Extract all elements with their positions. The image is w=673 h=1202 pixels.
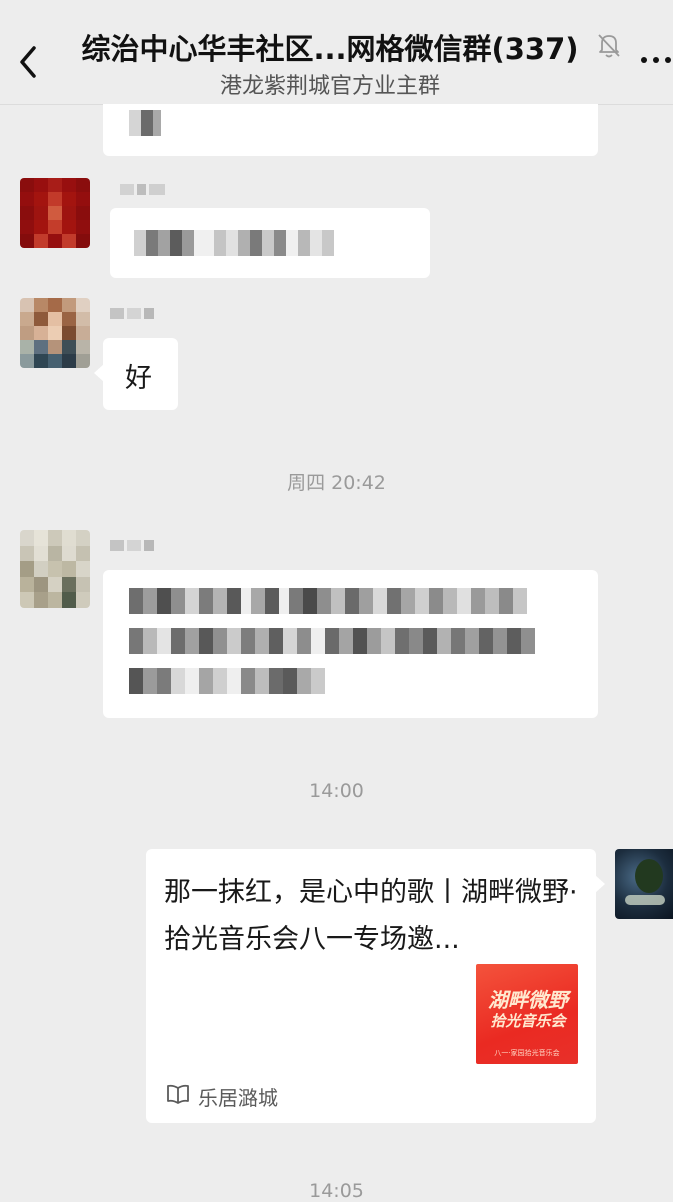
blurred-text [129, 628, 535, 654]
bubble-tail [595, 875, 605, 893]
sender-name-blurred [110, 540, 154, 551]
thumbnail-footer: 八一·家园拾光音乐会 [494, 1049, 560, 1057]
thumbnail-title: 湖畔微野 [488, 988, 568, 1012]
link-card-message[interactable]: 那一抹红，是心中的歌丨湖畔微野·拾光音乐会八一专场邀... 湖畔微野 拾光音乐会… [146, 849, 605, 1123]
sender-name-blurred [110, 308, 154, 319]
avatar[interactable] [20, 298, 90, 368]
link-card-source: 乐居潞城 [198, 1086, 278, 1110]
avatar-light-shape [625, 895, 665, 905]
message-bubble[interactable] [103, 104, 598, 156]
chat-title: 综治中心华丰社区...网格微信群(337) [81, 32, 579, 66]
message-bubble[interactable] [110, 208, 430, 278]
avatar[interactable] [20, 178, 90, 248]
message-text: 好 [125, 363, 152, 394]
link-card-title: 那一抹红，是心中的歌丨湖畔微野·拾光音乐会八一专场邀... [164, 877, 578, 955]
book-icon [167, 1084, 189, 1104]
chevron-left-icon [20, 46, 36, 78]
timestamp-divider: 14:00 [309, 780, 364, 802]
blurred-text [129, 588, 527, 614]
more-options-button[interactable] [640, 50, 673, 70]
chat-header: 综治中心华丰社区...网格微信群(337) 港龙紫荆城官方业主群 [0, 0, 673, 105]
blurred-text [134, 230, 334, 256]
blurred-text [129, 668, 325, 694]
my-avatar[interactable] [615, 849, 673, 919]
chat-subtitle: 港龙紫荆城官方业主群 [219, 74, 440, 99]
bubble-tail [94, 364, 104, 382]
message-bubble[interactable]: 好 [94, 338, 178, 410]
timestamp-divider: 周四 20:42 [287, 472, 386, 494]
sender-name-blurred [120, 184, 165, 195]
avatar-tree-shape [635, 859, 663, 893]
avatar[interactable] [20, 530, 90, 608]
timestamp-divider: 14:05 [309, 1180, 364, 1202]
blurred-text [129, 110, 161, 136]
muted-bell-icon [595, 30, 623, 60]
thumbnail-subtitle: 拾光音乐会 [490, 1012, 566, 1030]
message-bubble[interactable] [103, 570, 598, 718]
more-icon [641, 57, 671, 63]
back-button[interactable] [10, 36, 50, 86]
link-card-thumbnail: 湖畔微野 拾光音乐会 八一·家园拾光音乐会 [476, 964, 578, 1064]
